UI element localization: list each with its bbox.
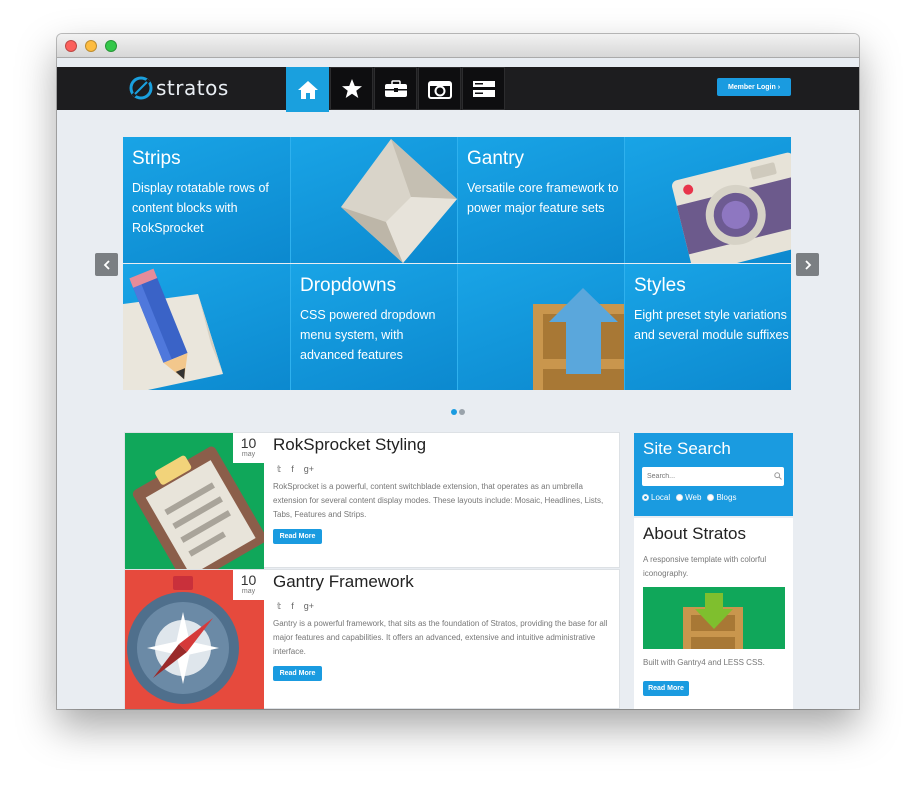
radio-blogs[interactable]: Blogs — [707, 493, 736, 502]
logo-mark-icon — [129, 76, 153, 100]
top-navbar: stratos Member Login › — [57, 67, 859, 112]
read-more-button[interactable]: Read More — [273, 666, 322, 681]
radio-label: Web — [685, 493, 702, 502]
search-input[interactable] — [642, 467, 784, 486]
radio-label: Local — [651, 493, 671, 502]
upload-box-icon — [533, 288, 624, 390]
member-login-button[interactable]: Member Login › — [717, 78, 791, 96]
tile-title: Strips — [132, 148, 181, 169]
slider-prev-button[interactable] — [95, 253, 118, 276]
twitter-icon[interactable]: 𝕥 — [277, 464, 281, 475]
date-month: may — [241, 588, 256, 595]
nav-home[interactable] — [286, 67, 329, 112]
browser-window: stratos Member Login › Strips Display ro… — [57, 34, 859, 709]
feature-slider: Strips Display rotatable rows of content… — [123, 137, 791, 390]
social-share: 𝕥 f g+ — [277, 601, 314, 612]
facebook-icon[interactable]: f — [291, 464, 294, 475]
facebook-icon[interactable]: f — [291, 601, 294, 612]
radio-button[interactable] — [676, 494, 684, 501]
tile-title: Styles — [634, 275, 686, 296]
radio-label: Blogs — [716, 493, 737, 502]
radio-web[interactable]: Web — [676, 493, 701, 502]
read-more-button[interactable]: Read More — [273, 529, 322, 544]
about-built-with: Built with Gantry4 and LESS CSS. — [643, 658, 765, 667]
site-logo[interactable]: stratos — [129, 75, 229, 101]
article-excerpt: Gantry is a powerful framework, that sit… — [273, 619, 608, 656]
star-icon — [341, 78, 362, 98]
window-titlebar — [57, 34, 859, 58]
tile-text: Display rotatable rows of content blocks… — [132, 181, 269, 235]
nav-portfolio[interactable] — [374, 67, 417, 110]
slider-next-button[interactable] — [796, 253, 819, 276]
slider-dot-2[interactable] — [459, 409, 465, 415]
date-month: may — [241, 451, 256, 458]
search-title: Site Search — [643, 439, 731, 458]
nav-extensions[interactable] — [462, 67, 505, 110]
logo-text: stratos — [156, 76, 229, 100]
tile-title: Gantry — [467, 148, 525, 169]
nav-features[interactable] — [330, 67, 373, 110]
slide-tile-styles[interactable]: Styles Eight preset style variations and… — [624, 264, 791, 390]
chevron-right-icon — [804, 259, 811, 270]
slide-tile-gantry[interactable]: Gantry Versatile core framework to power… — [457, 137, 624, 263]
slide-tile-upload-art — [457, 264, 624, 390]
google-plus-icon[interactable]: g+ — [304, 464, 314, 475]
about-module: About Stratos A responsive template with… — [634, 518, 793, 709]
article-card-gantry: 10 may Gantry Framework 𝕥 f g+ Gantry is… — [124, 569, 620, 709]
radio-button[interactable] — [707, 494, 715, 501]
home-icon — [297, 80, 318, 99]
about-image — [643, 587, 785, 649]
date-day: 10 — [240, 435, 257, 451]
social-share: 𝕥 f g+ — [277, 464, 314, 475]
article-card-roksprocket: 10 may RokSprocket Styling 𝕥 f g+ RokSpr… — [124, 432, 620, 569]
site-search-module: Site Search Local Web Blogs — [634, 433, 793, 516]
article-title[interactable]: Gantry Framework — [273, 572, 414, 592]
minimize-window-button[interactable] — [85, 40, 97, 52]
slide-tile-dropdowns[interactable]: Dropdowns CSS powered dropdown menu syst… — [290, 264, 457, 390]
article-date: 10 may — [233, 433, 264, 463]
tile-title: Dropdowns — [300, 275, 397, 296]
radio-button[interactable] — [642, 494, 649, 501]
slider-dot-1[interactable] — [451, 409, 457, 415]
twitter-icon[interactable]: 𝕥 — [277, 601, 281, 612]
read-more-button[interactable]: Read More — [643, 681, 689, 696]
tile-text: Eight preset style variations and severa… — [634, 308, 789, 342]
slide-tile-envelope-art — [290, 137, 457, 263]
download-box-icon — [683, 593, 743, 649]
google-plus-icon[interactable]: g+ — [304, 601, 314, 612]
tile-text: Versatile core framework to power major … — [467, 181, 619, 215]
date-day: 10 — [240, 572, 257, 588]
article-excerpt: RokSprocket is a powerful, content switc… — [273, 482, 604, 519]
envelope-icon — [341, 139, 457, 263]
camera-icon — [427, 80, 452, 99]
slide-tile-camera-art — [624, 137, 791, 263]
photo-camera-icon — [672, 152, 791, 263]
slide-tile-pencil-art — [123, 264, 290, 390]
nav-gallery[interactable] — [418, 67, 461, 110]
zoom-window-button[interactable] — [105, 40, 117, 52]
article-date: 10 may — [233, 570, 264, 600]
slide-tile-strips[interactable]: Strips Display rotatable rows of content… — [123, 137, 290, 263]
slider-pagination — [451, 409, 465, 415]
pencil-icon — [123, 268, 223, 390]
about-text: A responsive template with colorful icon… — [643, 555, 767, 578]
search-icon — [774, 472, 782, 480]
briefcase-icon — [384, 79, 407, 97]
about-title: About Stratos — [643, 524, 747, 543]
close-window-button[interactable] — [65, 40, 77, 52]
article-title[interactable]: RokSprocket Styling — [273, 435, 426, 455]
search-scope: Local Web Blogs — [642, 493, 736, 502]
chevron-left-icon — [103, 259, 110, 270]
server-icon — [472, 80, 495, 97]
tile-text: CSS powered dropdown menu system, with a… — [300, 308, 436, 362]
radio-local[interactable]: Local — [642, 493, 670, 502]
